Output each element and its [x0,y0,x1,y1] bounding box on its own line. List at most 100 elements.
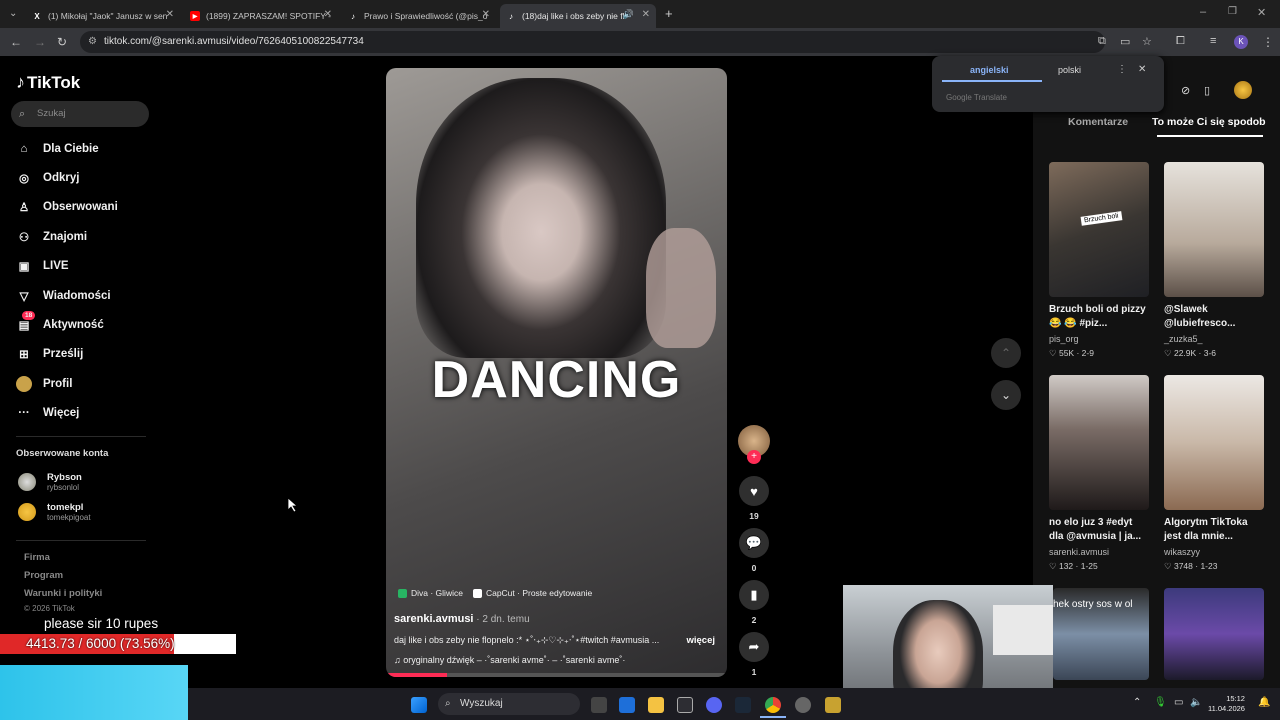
follow-plus-icon[interactable]: + [747,450,761,464]
sidebar-item-odkryj[interactable]: ◎ Odkryj [16,167,79,189]
minimize-icon[interactable]: – [1200,6,1206,18]
device-icon[interactable]: ▯ [1204,84,1210,97]
forward-icon[interactable]: → [34,35,46,49]
chrome-icon[interactable] [765,697,781,713]
obs-icon[interactable] [795,697,811,713]
suggested-title-4[interactable]: Algorytm TikToka jest dla mnie... [1164,516,1264,544]
new-tab-button[interactable]: + [665,6,673,21]
suggested-thumbnail-6[interactable] [1164,588,1264,680]
comment-button[interactable]: 💬 0 [738,528,770,573]
discord-icon[interactable] [706,697,722,713]
browser-tab-3[interactable]: ♪ Prawo i Sprawiedliwość (@pis_o ✕ [342,4,496,28]
tray-chevron-icon[interactable]: ⌃ [1133,697,1141,708]
sidebar-item-wiecej[interactable]: ··· Więcej [16,402,79,424]
suggested-thumbnail-5[interactable]: hek ostry sos w ol [1053,588,1149,680]
share-button[interactable]: ➦ 1 [738,632,770,677]
sidebar-item-wiadomosci[interactable]: ▽ Wiadomości [16,285,111,307]
suggested-thumbnail-3[interactable] [1049,375,1149,510]
translate-lang-to[interactable]: polski [1058,65,1081,75]
like-button[interactable]: ♥ 19 [738,476,770,521]
reload-icon[interactable]: ↻ [57,35,67,49]
url-field[interactable]: ⚙ tiktok.com/@sarenki.avmusi/video/76264… [80,31,1105,53]
reading-list-icon[interactable]: ≡ [1210,35,1216,47]
suggested-user-4[interactable]: wikaszyy [1164,547,1200,557]
maximize-icon[interactable]: ❐ [1228,6,1237,17]
bookmark-star-icon[interactable]: ☆ [1142,35,1152,48]
followed-account-rybson[interactable]: Rybson rybsonlol [18,472,82,492]
microphone-icon[interactable]: 🎙 [1154,697,1167,708]
video-progress-bar[interactable] [386,673,727,677]
suggested-title-2[interactable]: @Slawek @lubiefresco... [1164,303,1264,331]
translate-icon[interactable]: ⧉ [1098,35,1106,48]
tab-suggested[interactable]: To może Ci się spodob [1152,116,1266,128]
cast-icon[interactable]: ▭ [1120,35,1130,48]
sidebar-item-przeslij[interactable]: ⊞ Prześlij [16,343,83,365]
suggested-title-1[interactable]: Brzuch boli od pizzy 😂 😂 #piz... [1049,303,1149,331]
footer-link-warunki[interactable]: Warunki i polityki [24,588,102,599]
sidebar-item-aktywnosc[interactable]: ▤ 18 Aktywność [16,311,104,336]
browser-tab-4[interactable]: ♪ (18)daj like i obs zeby nie fl 🔊 ✕ [500,4,656,28]
close-icon[interactable]: ✕ [1138,64,1146,75]
suggested-thumbnail-2[interactable] [1164,162,1264,297]
footer-link-program[interactable]: Program [24,570,63,581]
more-button[interactable]: więcej [686,635,715,646]
suggested-user-1[interactable]: pis_org [1049,334,1079,344]
speaker-icon[interactable]: 🔊 [623,9,634,20]
taskbar-search[interactable]: ⌕ Wyszukaj [438,693,580,715]
suggested-title-3[interactable]: no elo juz 3 #edyt dla @avmusia | ja... [1049,516,1149,544]
browser-tab-2[interactable]: ▶ (1899) ZAPRASZAM! SPOTIFY - ✕ [184,4,338,28]
location-chip[interactable]: Diva · Gliwice [398,588,463,598]
notification-bell-icon[interactable]: 🔔 [1258,697,1270,708]
tab-title: (1) Mikołaj "Jaok" Janusz w sen [48,11,168,21]
site-info-icon[interactable]: ⚙ [88,31,97,53]
save-button[interactable]: ▮ 2 [738,580,770,625]
footer-link-firma[interactable]: Firma [24,552,50,563]
user-avatar[interactable] [1234,81,1252,99]
translate-lang-from[interactable]: angielski [970,65,1009,75]
back-icon[interactable]: ← [10,35,22,49]
extensions-icon[interactable]: ⧠ [1176,35,1185,48]
next-video-button[interactable]: ⌄ [991,380,1021,410]
close-icon[interactable]: ✕ [482,9,490,20]
store-icon[interactable] [677,697,693,713]
tiktok-logo[interactable]: ♪ TikTok [16,72,80,93]
suggested-thumbnail-1[interactable]: Brzuch boli [1049,162,1149,297]
outlook-icon[interactable] [619,697,635,713]
browser-tab-1[interactable]: X (1) Mikołaj "Jaok" Janusz w sen ✕ [26,4,180,28]
task-view-icon[interactable] [591,697,607,713]
close-icon[interactable]: ✕ [642,9,650,20]
close-icon[interactable]: ✕ [166,9,174,20]
chevron-up-icon: ⌃ [1000,346,1012,360]
sidebar-item-live[interactable]: ▣ LIVE [16,255,69,277]
sidebar-item-profil[interactable]: Profil [16,373,72,395]
volume-icon[interactable]: 🔈 [1190,697,1202,708]
sidebar-item-znajomi[interactable]: ⚇ Znajomi [16,226,87,248]
suggested-thumbnail-4[interactable] [1164,375,1264,510]
video-player[interactable]: DANCING Diva · Gliwice CapCut · Proste e… [386,68,727,677]
tab-search-icon[interactable]: ⌄ [9,8,17,19]
sidebar-item-obserwowani[interactable]: ♙ Obserwowani [16,196,118,218]
app-icon[interactable] [825,697,841,713]
file-explorer-icon[interactable] [648,697,664,713]
more-options-icon[interactable]: ⋮ [1117,64,1127,75]
search-input[interactable]: ⌕ Szukaj [11,101,149,127]
menu-icon[interactable]: ⋮ [1262,35,1274,49]
window-close-icon[interactable]: ✕ [1257,6,1266,19]
capcut-chip[interactable]: CapCut · Proste edytowanie [472,588,592,598]
suggested-user-2[interactable]: _zuzka5_ [1164,334,1203,344]
network-icon[interactable]: ▭ [1174,697,1183,708]
sidebar-item-dla-ciebie[interactable]: ⌂ Dla Ciebie [16,138,99,160]
followed-account-tomekpl[interactable]: tomekpl tomekpigoat [18,502,91,522]
author-avatar-button[interactable]: + [738,425,770,464]
video-sound[interactable]: ♫ oryginalny dźwięk – ·˚sarenki avme˚· –… [394,655,625,665]
windows-start-icon[interactable] [411,697,427,713]
tab-komentarze[interactable]: Komentarze [1068,116,1128,128]
steam-icon[interactable] [735,697,751,713]
close-icon[interactable]: ✕ [324,9,332,20]
taskbar-clock[interactable]: 15:12 11.04.2026 [1208,694,1245,714]
previous-video-button[interactable]: ⌃ [991,338,1021,368]
compass-icon[interactable]: ⊘ [1181,84,1190,97]
profile-avatar[interactable]: K [1234,35,1248,49]
video-author[interactable]: sarenki.avmusi · 2 dn. temu [394,613,530,625]
suggested-user-3[interactable]: sarenki.avmusi [1049,547,1109,557]
